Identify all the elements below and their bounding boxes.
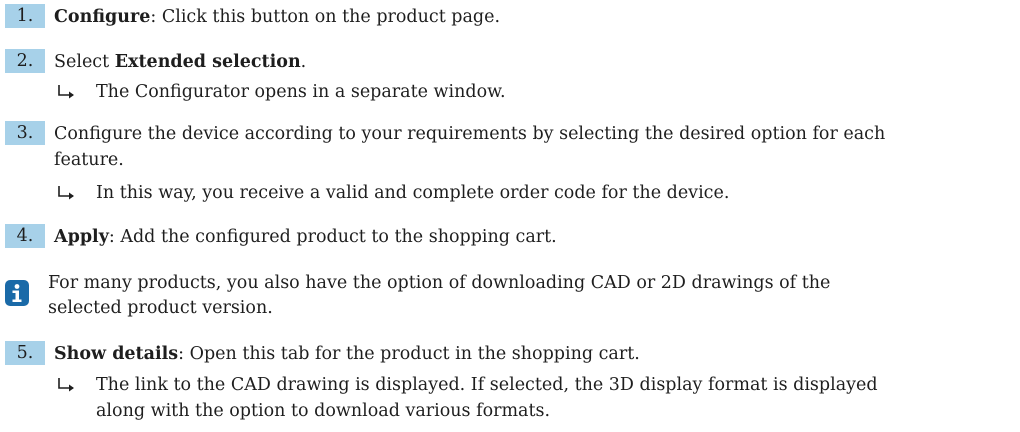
step-number-badge: 1. bbox=[5, 4, 45, 28]
step-desc: : Add the configured product to the shop… bbox=[108, 227, 557, 247]
step-text: Configure: Click this button on the prod… bbox=[54, 4, 500, 30]
step-number-badge: 4. bbox=[5, 224, 45, 248]
step-number-badge: 5. bbox=[5, 341, 45, 365]
result-arrow-icon bbox=[56, 79, 78, 105]
result-text: In this way, you receive a valid and com… bbox=[96, 183, 730, 203]
configure-label: Configure bbox=[54, 7, 151, 27]
info-text-line-2: selected product version. bbox=[48, 298, 273, 318]
result-arrow-icon bbox=[56, 372, 78, 398]
step-desc: : Click this button on the product page. bbox=[150, 7, 501, 27]
result-text-line-2: along with the option to download variou… bbox=[96, 401, 551, 421]
step-text-line-2: feature. bbox=[54, 150, 124, 170]
step-text: Show details: Open this tab for the prod… bbox=[54, 341, 640, 367]
step-number-badge: 2. bbox=[5, 49, 45, 73]
result-text: The Configurator opens in a separate win… bbox=[96, 82, 506, 102]
result-text-line-1: The link to the CAD drawing is displayed… bbox=[96, 375, 878, 395]
apply-label: Apply bbox=[54, 227, 109, 247]
step-text: Select Extended selection. bbox=[54, 49, 306, 75]
step-suffix: . bbox=[300, 52, 307, 72]
info-text-line-1: For many products, you also have the opt… bbox=[48, 273, 831, 293]
step-text: Apply: Add the configured product to the… bbox=[54, 224, 557, 250]
info-icon bbox=[5, 280, 29, 306]
extended-selection-label: Extended selection bbox=[114, 52, 301, 72]
result-arrow-icon bbox=[56, 180, 78, 206]
show-details-label: Show details bbox=[54, 344, 179, 364]
step-desc: : Open this tab for the product in the s… bbox=[178, 344, 640, 364]
step-prefix: Select bbox=[54, 52, 115, 72]
step-number-badge: 3. bbox=[5, 121, 45, 145]
step-text-line-1: Configure the device according to your r… bbox=[54, 124, 886, 144]
